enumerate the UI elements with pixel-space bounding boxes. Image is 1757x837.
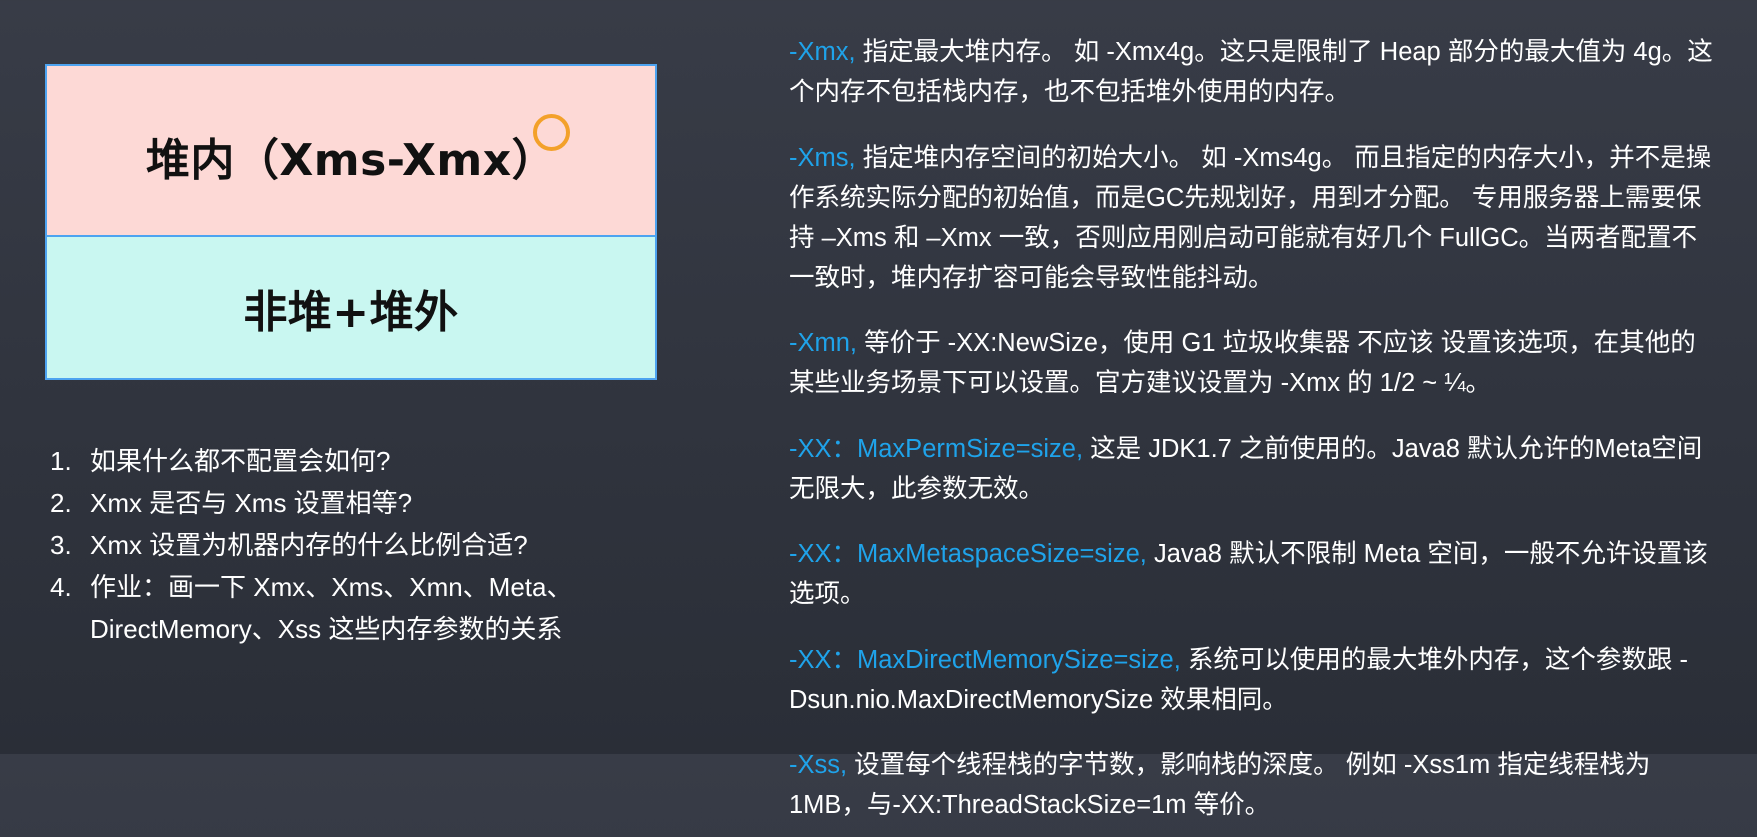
param-name: -Xss, xyxy=(789,751,848,779)
parameter-list: -Xmx, 指定最大堆内存。 如 -Xmx4g。这只是限制了 Heap 部分的最… xyxy=(789,32,1719,837)
question-list: 1. 如果什么都不配置会如何? 2. Xmx 是否与 Xms 设置相等? 3. … xyxy=(50,440,670,650)
param-name: -Xms, xyxy=(789,143,856,172)
question-text: 作业：画一下 Xmx、Xms、Xmn、Meta、DirectMemory、Xss… xyxy=(90,572,573,644)
question-text: Xmx 设置为机器内存的什么比例合适? xyxy=(90,530,528,560)
question-text: Xmx 是否与 Xms 设置相等? xyxy=(90,488,413,518)
param-xms: -Xms, 指定堆内存空间的初始大小。 如 -Xms4g。 而且指定的内存大小，… xyxy=(789,138,1719,298)
param-xmx: -Xmx, 指定最大堆内存。 如 -Xmx4g。这只是限制了 Heap 部分的最… xyxy=(789,32,1719,112)
question-item: 2. Xmx 是否与 Xms 设置相等? xyxy=(50,482,670,524)
param-maxmetaspacesize: -XX：MaxMetaspaceSize=size, Java8 默认不限制 M… xyxy=(789,534,1719,614)
param-description: 设置每个线程栈的字节数，影响栈的深度。 例如 -Xss1m 指定线程栈为 1MB… xyxy=(789,751,1651,819)
param-description: 指定堆内存空间的初始大小。 如 -Xms4g。 而且指定的内存大小，并不是操作系… xyxy=(789,143,1712,292)
param-maxpermsize: -XX：MaxPermSize=size, 这是 JDK1.7 之前使用的。Ja… xyxy=(789,429,1719,509)
nonheap-region: 非堆+堆外 xyxy=(47,237,655,378)
question-number: 4. xyxy=(50,572,72,602)
question-text: 如果什么都不配置会如何? xyxy=(90,446,391,476)
param-name: -XX：MaxMetaspaceSize=size, xyxy=(789,540,1147,568)
param-xss: -Xss, 设置每个线程栈的字节数，影响栈的深度。 例如 -Xss1m 指定线程… xyxy=(789,745,1719,825)
circle-marker-icon xyxy=(533,114,570,151)
question-item: 4. 作业：画一下 Xmx、Xms、Xmn、Meta、DirectMemory、… xyxy=(50,566,670,650)
question-item: 3. Xmx 设置为机器内存的什么比例合适? xyxy=(50,524,670,566)
heap-label: 堆内（Xms-Xmx） xyxy=(145,134,557,186)
param-description: 指定最大堆内存。 如 -Xmx4g。这只是限制了 Heap 部分的最大值为 4g… xyxy=(789,38,1713,106)
param-name: -XX：MaxDirectMemorySize=size, xyxy=(789,645,1181,674)
param-name: -Xmx, xyxy=(789,38,856,66)
param-description: 等价于 -XX:NewSize，使用 G1 垃圾收集器 不应该 设置该选项，在其… xyxy=(789,329,1696,397)
param-maxdirectmemorysize: -XX：MaxDirectMemorySize=size, 系统可以使用的最大堆… xyxy=(789,640,1719,720)
param-name: -XX：MaxPermSize=size, xyxy=(789,434,1084,463)
param-name: -Xmn, xyxy=(789,329,858,357)
nonheap-label: 非堆+堆外 xyxy=(243,286,459,338)
question-number: 1. xyxy=(50,446,72,476)
question-number: 2. xyxy=(50,488,72,518)
question-item: 1. 如果什么都不配置会如何? xyxy=(50,440,670,482)
param-xmn: -Xmn, 等价于 -XX:NewSize，使用 G1 垃圾收集器 不应该 设置… xyxy=(789,323,1719,403)
question-number: 3. xyxy=(50,530,72,560)
memory-diagram: 堆内（Xms-Xmx） 非堆+堆外 xyxy=(45,64,657,380)
heap-region: 堆内（Xms-Xmx） xyxy=(47,66,655,237)
